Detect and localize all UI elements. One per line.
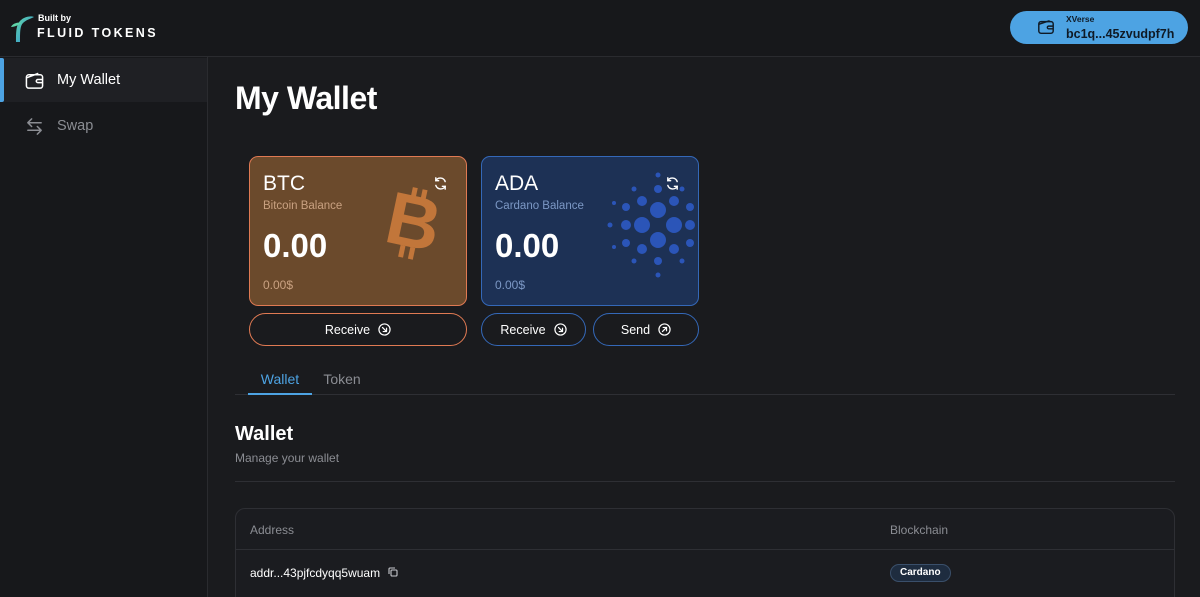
wallet-provider-name: XVerse <box>1066 14 1095 24</box>
card-subtitle: Bitcoin Balance <box>263 200 343 212</box>
column-header-address: Address <box>250 523 295 537</box>
card-symbol: BTC <box>263 172 305 195</box>
section-title: Wallet <box>235 423 294 445</box>
wallet-address-table: Address Blockchain addr...43pjfcdyqq5wua… <box>235 508 1175 597</box>
ada-send-button[interactable]: Send <box>593 313 699 346</box>
card-usd-value: 0.00$ <box>495 278 526 292</box>
ada-balance-card: ADA Cardano Balance 0.00 0.00$ <box>481 156 699 306</box>
button-label: Send <box>620 322 651 337</box>
divider <box>235 481 1175 482</box>
arrow-circle-up-right-icon <box>658 323 671 336</box>
sidebar: My Wallet Swap <box>0 57 208 597</box>
column-header-blockchain: Blockchain <box>890 523 949 537</box>
sidebar-item-my-wallet[interactable]: My Wallet <box>0 58 207 102</box>
button-label: Receive <box>324 322 371 337</box>
sidebar-item-swap[interactable]: Swap <box>0 104 207 148</box>
swap-arrows-icon <box>27 118 42 135</box>
sidebar-item-label: My Wallet <box>57 72 121 88</box>
page-title: My Wallet <box>235 80 377 116</box>
card-subtitle: Cardano Balance <box>495 200 584 212</box>
card-usd-value: 0.00$ <box>263 278 294 292</box>
fluid-tokens-logo-icon <box>11 16 34 42</box>
section-subtitle: Manage your wallet <box>235 451 340 465</box>
tab-wallet[interactable]: Wallet <box>248 371 312 395</box>
tab-bar: Wallet Token <box>235 366 1175 395</box>
wallet-icon <box>25 72 44 89</box>
fluid-tokens-logo[interactable]: Built by FLUID TOKENS <box>10 13 160 43</box>
top-bar: Built by FLUID TOKENS XVerse bc1q...45zv… <box>0 0 1200 57</box>
card-balance: 0.00 <box>263 227 328 264</box>
table-row: addr...43pjfcdyqq5wuam Cardano <box>236 549 1174 595</box>
card-symbol: ADA <box>495 172 539 195</box>
wallet-icon <box>1038 20 1054 35</box>
button-label: Receive <box>500 322 546 337</box>
blockchain-badge: Cardano <box>890 564 951 582</box>
sidebar-item-label: Swap <box>57 118 94 134</box>
ada-receive-button[interactable]: Receive <box>481 313 586 346</box>
built-by-label: Built by <box>38 13 71 23</box>
refresh-icon[interactable] <box>665 176 680 191</box>
btc-balance-card: BTC Bitcoin Balance 0.00 0.00$ B <box>249 156 467 306</box>
arrow-circle-down-right-icon <box>378 323 391 336</box>
btc-receive-button[interactable]: Receive <box>249 313 467 346</box>
cardano-logo-icon <box>607 172 695 278</box>
brand-name: FLUID TOKENS <box>37 26 158 40</box>
arrow-circle-down-right-icon <box>553 323 567 336</box>
card-balance: 0.00 <box>495 227 560 264</box>
wallet-address: bc1q...45zvudpf7h <box>1066 27 1175 41</box>
connected-wallet-button[interactable]: XVerse bc1q...45zvudpf7h <box>1010 11 1188 44</box>
copy-icon[interactable] <box>388 567 398 577</box>
address-cell: addr...43pjfcdyqq5wuam <box>250 566 381 580</box>
bitcoin-logo-icon: B <box>382 185 444 260</box>
tab-token[interactable]: Token <box>312 371 372 395</box>
